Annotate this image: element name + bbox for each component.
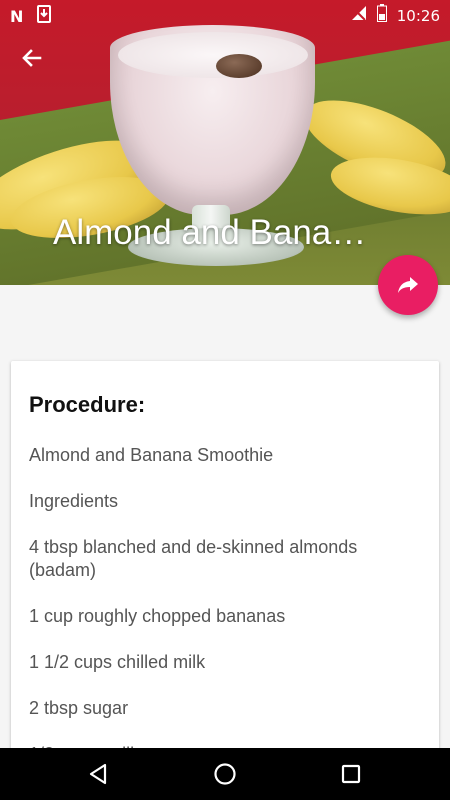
smoothie-top (118, 32, 308, 78)
square-recents-icon (341, 764, 361, 784)
procedure-heading: Procedure: (29, 392, 146, 417)
status-bar: N 10:26 (0, 0, 450, 28)
procedure-line: 1 cup roughly chopped bananas (29, 606, 286, 626)
procedure-line: 1 1/2 cups chilled milk (29, 652, 206, 672)
status-time: 10:26 (396, 6, 440, 25)
share-button[interactable] (378, 255, 438, 315)
system-nav-bar (0, 748, 450, 800)
arrow-left-icon (22, 49, 42, 67)
procedure-text: Almond and Banana Smoothie Ingredients 4… (29, 444, 424, 761)
procedure-line: 4 tbsp blanched and de-skinned almonds (… (29, 537, 358, 580)
back-button[interactable] (18, 44, 46, 72)
procedure-line: 2 tbsp sugar (29, 698, 129, 718)
share-arrow-icon (398, 277, 418, 293)
signal-icon (351, 5, 367, 26)
nav-back-button[interactable] (86, 762, 110, 786)
notification-n-icon: N (10, 7, 24, 26)
procedure-line: Almond and Banana Smoothie (29, 445, 274, 465)
almond-garnish (216, 54, 262, 78)
circle-home-icon (214, 763, 236, 785)
procedure-line: Ingredients (29, 491, 119, 511)
procedure-card: Procedure: Almond and Banana Smoothie In… (11, 361, 439, 761)
nav-home-button[interactable] (213, 762, 237, 786)
triangle-back-icon (89, 763, 107, 785)
battery-icon (376, 4, 387, 27)
recipe-title: Almond and Bana… (53, 213, 367, 252)
download-icon (37, 5, 52, 28)
nav-recents-button[interactable] (339, 762, 363, 786)
